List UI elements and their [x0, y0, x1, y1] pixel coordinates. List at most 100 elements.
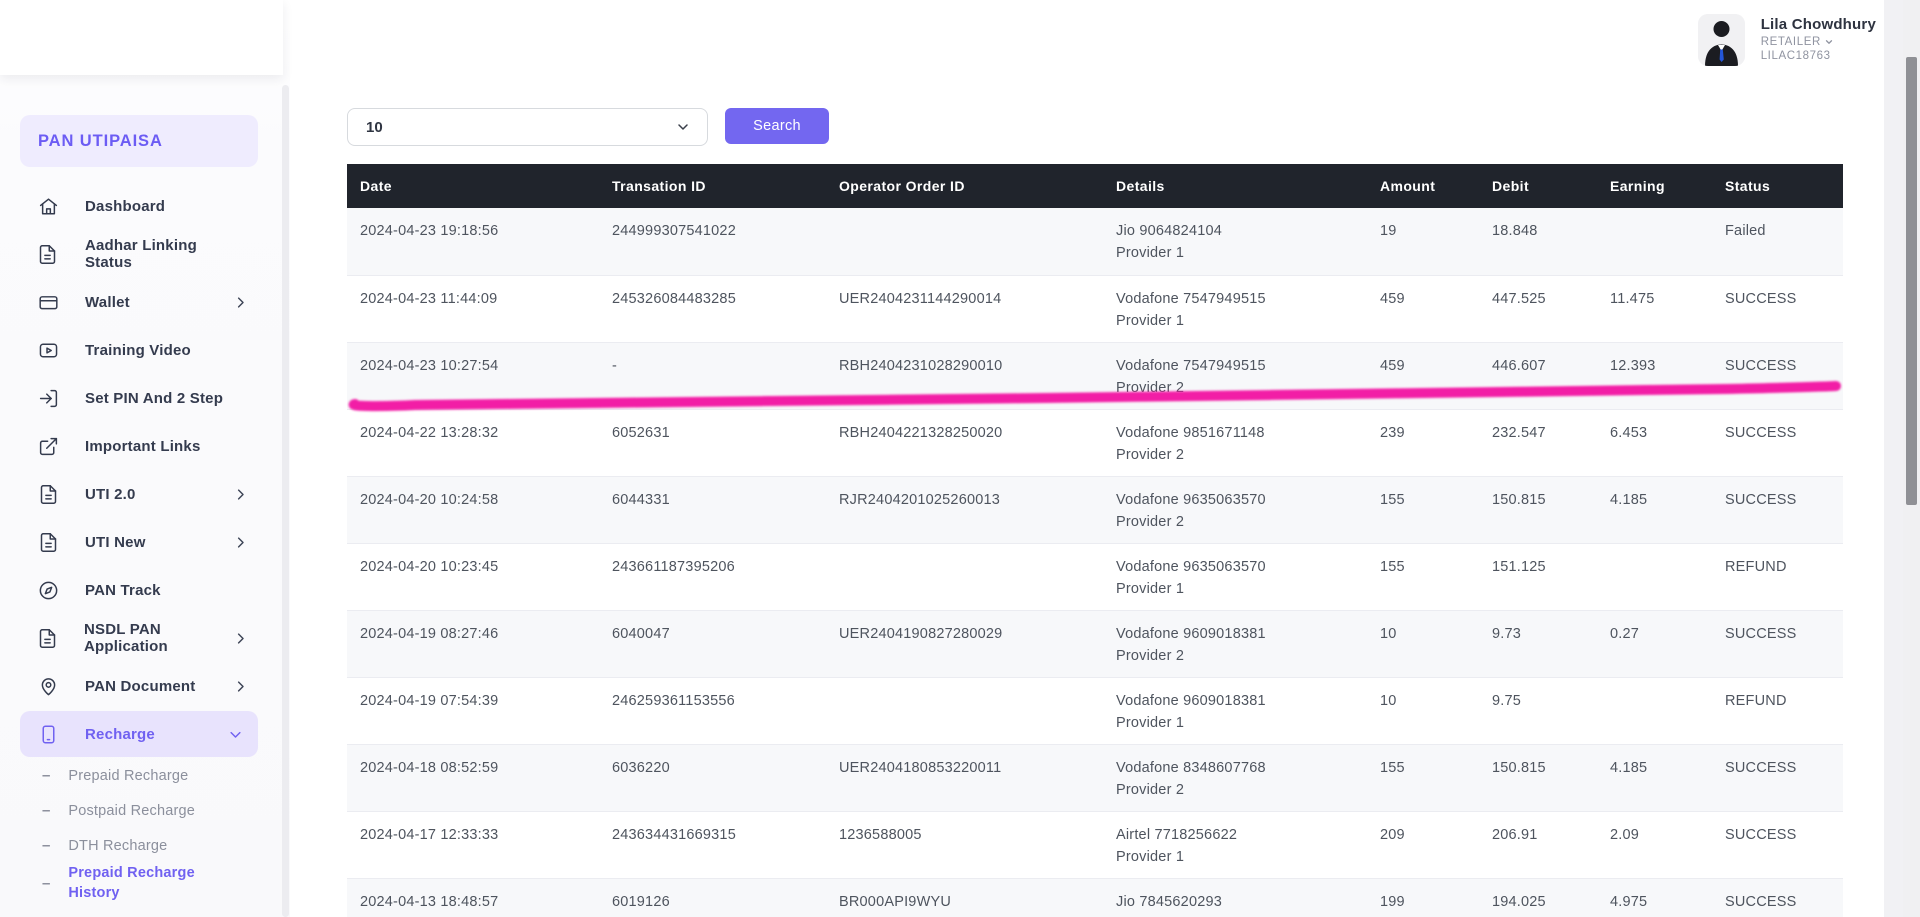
- cell-status: SUCCESS: [1725, 358, 1797, 374]
- cell-amount: 199: [1380, 894, 1405, 910]
- cell-earning: 4.185: [1610, 760, 1648, 776]
- cell-debit: 18.848: [1492, 223, 1538, 239]
- cell-status: SUCCESS: [1725, 827, 1797, 843]
- avatar: [1697, 14, 1745, 66]
- search-button[interactable]: Search: [725, 108, 829, 144]
- column-header-debit: Debit: [1492, 178, 1529, 194]
- dash-bullet: –: [42, 802, 51, 819]
- document-icon: [37, 483, 59, 505]
- details-line2: Provider 2: [1116, 648, 1185, 664]
- user-role-label: RETAILER: [1760, 36, 1821, 48]
- cell-status: SUCCESS: [1725, 626, 1797, 642]
- cell-details: Vodafone 9635063570 Provider 1: [1103, 544, 1367, 610]
- details-line1: Vodafone 7547949515: [1116, 358, 1266, 374]
- sidebar-subitem-dth-recharge[interactable]: – DTH Recharge: [0, 828, 283, 863]
- role-chevron-down-icon: [1825, 40, 1832, 44]
- logo-area: [0, 0, 283, 75]
- cell-txn-id: 246259361153556: [612, 693, 735, 709]
- cell-status: SUCCESS: [1725, 760, 1797, 776]
- sidebar-subitem-prepaid-recharge[interactable]: – Prepaid Recharge: [0, 758, 283, 793]
- column-header-date: Date: [360, 178, 392, 194]
- external-link-icon: [37, 435, 59, 457]
- table-body: 2024-04-23 19:18:56 244999307541022 Jio 90…: [347, 208, 1843, 917]
- dash-bullet: –: [42, 874, 51, 892]
- sidebar: PAN UTIPAISA Dashboard Aadhar Linking Sta…: [0, 0, 290, 917]
- cell-status: REFUND: [1725, 559, 1787, 575]
- document-icon: [37, 531, 59, 553]
- smartphone-icon: [37, 723, 59, 745]
- sidebar-item-dashboard[interactable]: Dashboard: [0, 182, 283, 230]
- cell-details: Vodafone 9609018381 Provider 2: [1103, 611, 1367, 677]
- sidebar-item-uti-2-0[interactable]: UTI 2.0: [0, 470, 283, 518]
- sidebar-item-set-pin-and-2-step[interactable]: Set PIN And 2 Step: [0, 374, 283, 422]
- sidebar-item-nsdl-pan-application[interactable]: NSDL PAN Application: [0, 614, 283, 662]
- cell-operator-order-id: UER2404180853220011: [839, 760, 1002, 776]
- page-size-select[interactable]: 10: [347, 108, 708, 146]
- user-role[interactable]: RETAILER: [1761, 36, 1876, 48]
- cell-debit: 150.815: [1492, 760, 1546, 776]
- table-row: 2024-04-20 10:23:45 243661187395206 Vodafo…: [347, 543, 1843, 610]
- cell-operator-order-id: [826, 678, 1103, 744]
- wallet-icon: [37, 291, 59, 313]
- cell-details: Vodafone 9851671148 Provider 2: [1103, 410, 1367, 476]
- cell-txn-id: 244999307541022: [612, 223, 736, 239]
- document-icon: [37, 243, 59, 265]
- sidebar-item-label: PAN Track: [85, 581, 161, 599]
- table-row: 2024-04-17 12:33:33 243634431669315 123658…: [347, 811, 1843, 878]
- details-line2: Provider 1: [1116, 849, 1185, 865]
- table-row: 2024-04-20 10:24:58 6044331 RJR24042010252…: [347, 476, 1843, 543]
- cell-amount: 459: [1380, 358, 1405, 374]
- page-scrollbar-thumb[interactable]: [1906, 57, 1917, 505]
- document-icon: [37, 627, 58, 649]
- cell-status: SUCCESS: [1725, 894, 1797, 910]
- sidebar-item-recharge[interactable]: Recharge: [20, 711, 258, 757]
- sidebar-item-pan-track[interactable]: PAN Track: [0, 566, 283, 614]
- cell-earning: 12.393: [1610, 358, 1656, 374]
- sidebar-item-training-video[interactable]: Training Video: [0, 326, 283, 374]
- cell-txn-id: 243634431669315: [612, 827, 736, 843]
- sidebar-item-label: NSDL PAN Application: [84, 621, 168, 655]
- cell-status: REFUND: [1725, 693, 1787, 709]
- page-size-value: 10: [366, 118, 383, 136]
- user-menu[interactable]: Lila Chowdhury RETAILER LILAC18763: [1697, 14, 1876, 66]
- brand-badge[interactable]: PAN UTIPAISA: [20, 115, 258, 167]
- details-line2: Provider 1: [1116, 581, 1185, 597]
- sidebar-subitem-prepaid-recharge-history[interactable]: – Prepaid Recharge History: [0, 863, 283, 903]
- column-header-status: Status: [1725, 178, 1771, 194]
- cell-debit: 151.125: [1492, 559, 1546, 575]
- table-row: 2024-04-19 07:54:39 246259361153556 Vodafo…: [347, 677, 1843, 744]
- sidebar-item-uti-new[interactable]: UTI New: [0, 518, 283, 566]
- column-header-details: Details: [1116, 178, 1165, 194]
- cell-status: SUCCESS: [1725, 291, 1797, 307]
- table-header-row: Date Transation ID Operator Order ID Detail…: [347, 164, 1843, 208]
- cell-date: 2024-04-23 10:27:54: [360, 358, 499, 374]
- sidebar-item-label: Dashboard: [85, 197, 166, 215]
- right-edge-strip: [1884, 0, 1903, 917]
- details-line1: Vodafone 8348607768: [1116, 760, 1266, 776]
- sidebar-item-aadhar-linking-status[interactable]: Aadhar Linking Status: [0, 230, 283, 278]
- sidebar-item-pan-document[interactable]: PAN Document: [0, 662, 283, 710]
- sidebar-item-wallet[interactable]: Wallet: [0, 278, 283, 326]
- sidebar-item-label: UTI 2.0: [85, 485, 136, 503]
- sidebar-scrollbar[interactable]: [282, 85, 289, 917]
- cell-earning: [1597, 678, 1712, 744]
- user-code: LILAC18763: [1760, 50, 1831, 62]
- cell-earning: 6.453: [1610, 425, 1648, 441]
- chevron-right-icon: [233, 295, 248, 310]
- sidebar-item-label: DTH Recharge: [68, 837, 168, 854]
- cell-debit: 9.73: [1492, 626, 1522, 642]
- sidebar-item-label: Postpaid Recharge: [68, 802, 196, 819]
- cell-amount: 239: [1380, 425, 1405, 441]
- cell-earning: [1597, 208, 1712, 275]
- sidebar-item-label: Wallet: [85, 293, 130, 311]
- recharge-history-table: Date Transation ID Operator Order ID Detail…: [347, 164, 1843, 917]
- chevron-down-icon: [228, 727, 243, 742]
- chevron-right-icon: [233, 535, 248, 550]
- cell-txn-id: 6019126: [612, 894, 670, 910]
- sidebar-item-important-links[interactable]: Important Links: [0, 422, 283, 470]
- cell-debit: 150.815: [1492, 492, 1546, 508]
- page-scrollbar[interactable]: [1903, 0, 1920, 917]
- cell-earning: 11.475: [1610, 291, 1655, 307]
- sidebar-subitem-postpaid-recharge[interactable]: – Postpaid Recharge: [0, 793, 283, 828]
- details-line2: Provider 2: [1116, 514, 1185, 530]
